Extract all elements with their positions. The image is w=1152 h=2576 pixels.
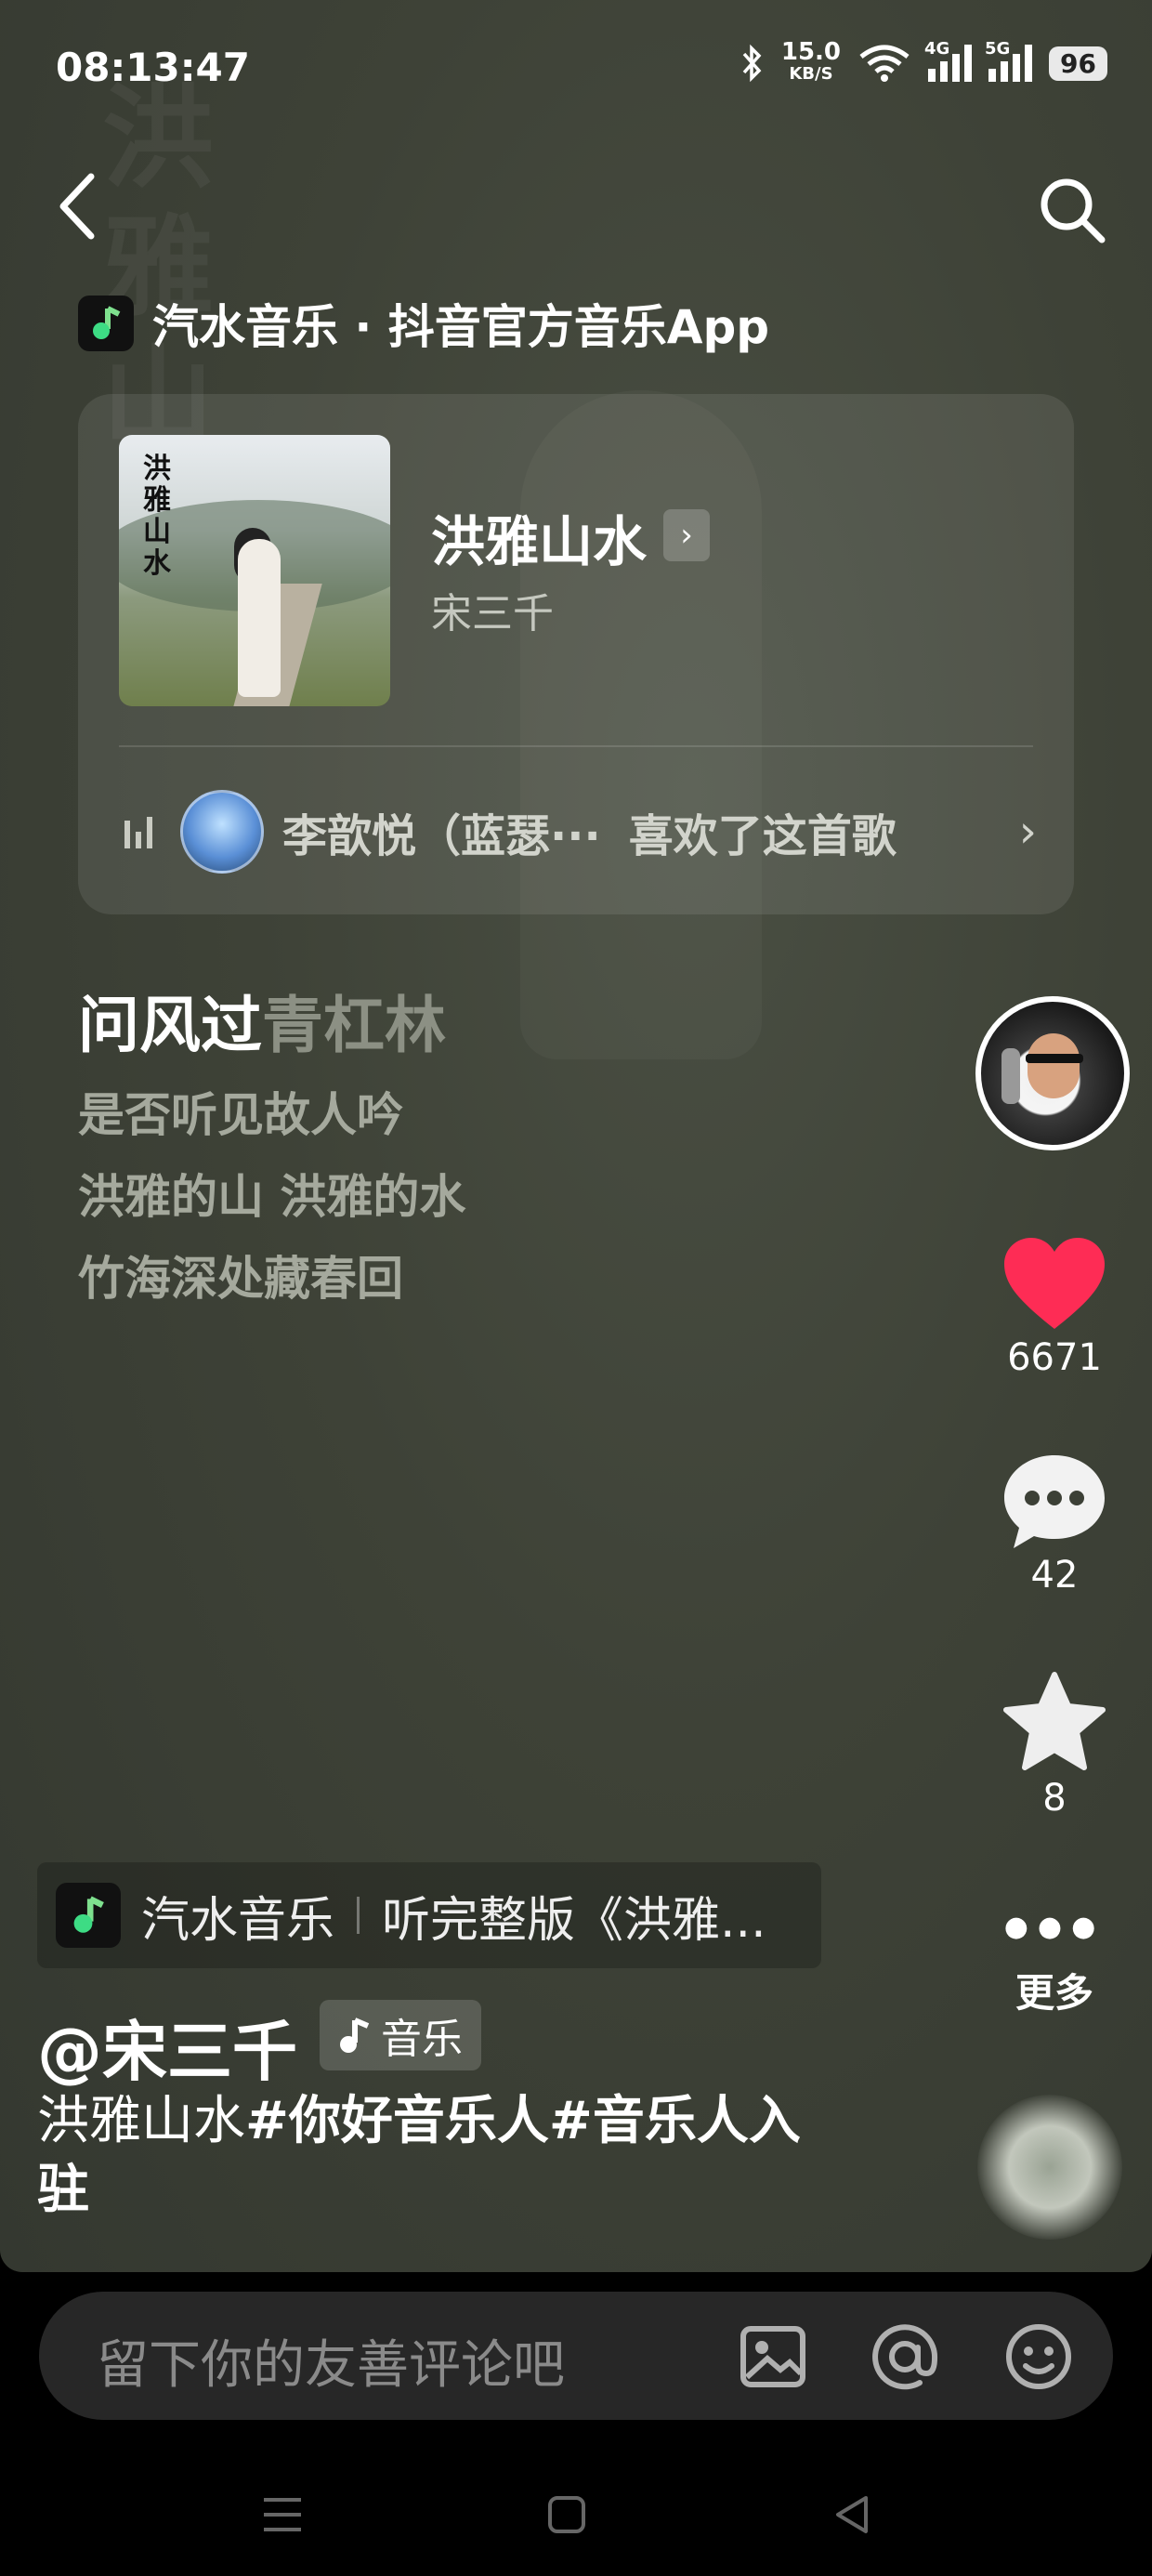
song-card[interactable]: 洪雅山水 洪雅山水 › 宋三千 李歆悦（蓝瑟··· 喜欢了这首歌 ›: [78, 394, 1074, 914]
author-handle[interactable]: @宋三千: [37, 2000, 297, 2094]
like-button[interactable]: 6671: [994, 1236, 1115, 1379]
equalizer-icon: [124, 815, 162, 848]
soda-music-promo[interactable]: 汽水音乐 听完整版《洪雅...: [37, 1862, 821, 1968]
liker-chevron-icon[interactable]: ›: [1019, 806, 1037, 858]
more-label: 更多: [1015, 1970, 1093, 2016]
like-count: 6671: [1007, 1336, 1102, 1379]
star-icon: [1003, 1672, 1106, 1770]
video-background[interactable]: 洪雅山 08:13:47 15.0 KB/S 4G 5G 96 汽水音乐 · 抖音…: [0, 0, 1152, 2272]
cover-title: 洪雅山水: [143, 453, 171, 580]
promo-separator: [357, 1897, 360, 1934]
app-source-label: 汽水音乐 · 抖音官方音乐App: [152, 300, 770, 354]
song-chevron-icon[interactable]: ›: [663, 509, 710, 561]
liker-row[interactable]: 李歆悦（蓝瑟··· 喜欢了这首歌 ›: [124, 790, 1037, 874]
favorite-count: 8: [1042, 1777, 1067, 1820]
bluetooth-icon: [742, 44, 762, 83]
liker-name: 李歆悦（蓝瑟···: [282, 810, 601, 862]
promo-app-name: 汽水音乐: [141, 1892, 335, 1949]
status-time: 08:13:47: [56, 45, 250, 90]
liker-avatar[interactable]: [180, 790, 264, 874]
mention-icon[interactable]: [868, 2320, 942, 2394]
comment-input-bar[interactable]: 留下你的友善评论吧: [39, 2292, 1113, 2420]
emoji-icon[interactable]: [1001, 2320, 1076, 2394]
song-artist[interactable]: 宋三千: [431, 580, 554, 639]
wifi-icon: [859, 45, 910, 82]
music-app-source[interactable]: 汽水音乐 · 抖音官方音乐App: [78, 290, 769, 357]
more-button[interactable]: ●●● 更多: [994, 1911, 1115, 2018]
home-square-icon[interactable]: [539, 2487, 595, 2543]
menu-icon[interactable]: [255, 2487, 310, 2543]
music-note-icon: [340, 2017, 370, 2053]
music-tag-label: 音乐: [381, 2016, 463, 2063]
more-dots-icon: ●●●: [1003, 1911, 1106, 1943]
lyric-line: 洪雅的山 洪雅的水: [78, 1170, 466, 1224]
post-description: 洪雅山水#你好音乐人#音乐人入驻: [37, 2091, 801, 2220]
lyric-line: 是否听见故人吟: [78, 1088, 403, 1142]
album-cover[interactable]: 洪雅山水: [119, 435, 390, 706]
favorite-button[interactable]: 8: [994, 1671, 1115, 1820]
comment-button[interactable]: 42: [994, 1452, 1115, 1597]
comment-count: 42: [1030, 1554, 1079, 1597]
author-avatar[interactable]: [975, 996, 1130, 1150]
back-triangle-icon[interactable]: [825, 2487, 881, 2543]
system-nav-bar: [0, 2453, 1152, 2576]
card-divider: [119, 745, 1033, 747]
music-disc[interactable]: [977, 2095, 1122, 2240]
heart-icon: [1004, 1238, 1105, 1329]
battery-indicator: 96: [1049, 46, 1107, 81]
lyric-line: 竹海深处藏春回: [78, 1252, 403, 1306]
status-bar: 08:13:47 15.0 KB/S 4G 5G 96: [0, 0, 1152, 139]
soda-music-logo-icon: [56, 1883, 121, 1948]
comment-placeholder[interactable]: 留下你的友善评论吧: [97, 2323, 565, 2399]
liked-text: 喜欢了这首歌: [628, 810, 897, 862]
search-icon[interactable]: [1035, 173, 1109, 247]
lyric-current: 问风过青杠林: [78, 990, 446, 1061]
song-title[interactable]: 洪雅山水: [431, 498, 647, 576]
cell-signal-5g-icon: 5G: [985, 39, 1033, 82]
network-speed: 15.0 KB/S: [780, 38, 842, 84]
music-tag[interactable]: 音乐: [320, 2000, 481, 2070]
comment-bubble-icon: [1004, 1455, 1105, 1548]
hashtag-link[interactable]: #你好音乐人: [245, 2091, 549, 2151]
back-chevron-icon[interactable]: [54, 169, 100, 243]
promo-text: 听完整版《洪雅...: [382, 1892, 766, 1949]
cell-signal-4g-icon: 4G: [924, 39, 973, 82]
image-icon[interactable]: [736, 2320, 810, 2394]
soda-music-logo-icon: [78, 296, 134, 351]
